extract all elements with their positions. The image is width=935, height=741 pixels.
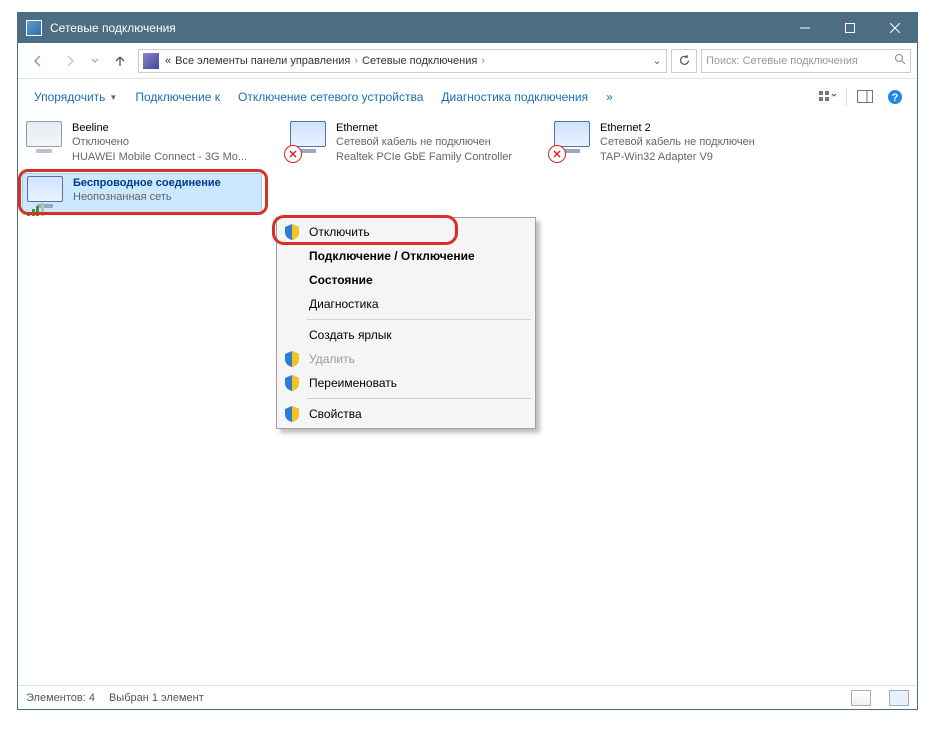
ctx-separator xyxy=(307,398,531,399)
help-button[interactable]: ? xyxy=(881,85,909,109)
connection-device: TAP-Win32 Adapter V9 xyxy=(600,150,755,164)
preview-pane-button[interactable] xyxy=(851,85,879,109)
more-toolbar-button[interactable]: » xyxy=(598,84,621,110)
connection-status: Отключено xyxy=(72,135,247,149)
connection-wireless[interactable]: Беспроводное соединение Неопознанная сет… xyxy=(22,173,262,213)
view-options-button[interactable] xyxy=(814,85,842,109)
status-count: Элементов: 4 xyxy=(26,692,95,704)
address-bar-row: « Все элементы панели управления › Сетев… xyxy=(18,43,917,79)
network-icon: ✕ xyxy=(554,121,594,161)
refresh-button[interactable] xyxy=(671,49,697,73)
connection-ethernet[interactable]: ✕ Ethernet Сетевой кабель не подключен R… xyxy=(286,119,536,167)
search-input[interactable]: Поиск: Сетевые подключения xyxy=(701,49,911,73)
search-placeholder: Поиск: Сетевые подключения xyxy=(706,55,858,67)
back-button[interactable] xyxy=(24,49,52,73)
breadcrumb-2[interactable]: Сетевые подключения xyxy=(360,55,479,67)
details-view-button[interactable] xyxy=(851,690,871,706)
error-badge-icon: ✕ xyxy=(284,145,302,163)
connection-name: Beeline xyxy=(72,121,247,135)
network-icon: ✕ xyxy=(290,121,330,161)
window: Сетевые подключения « Все элементы панел… xyxy=(17,12,918,710)
breadcrumb-sep-icon[interactable]: › xyxy=(479,55,487,67)
connection-status: Сетевой кабель не подключен xyxy=(336,135,512,149)
breadcrumb-1[interactable]: Все элементы панели управления xyxy=(173,55,352,67)
error-badge-icon: ✕ xyxy=(548,145,566,163)
network-icon xyxy=(26,121,66,161)
chevron-down-icon: ▼ xyxy=(109,93,117,102)
search-icon xyxy=(894,53,906,68)
connection-device: HUAWEI Mobile Connect - 3G Mo... xyxy=(72,150,247,164)
ctx-connect-disconnect[interactable]: Подключение / Отключение xyxy=(279,244,533,268)
status-selected: Выбран 1 элемент xyxy=(109,692,204,704)
disable-device-button[interactable]: Отключение сетевого устройства xyxy=(230,84,431,110)
maximize-button[interactable] xyxy=(827,13,872,43)
address-dropdown-icon[interactable]: ⌄ xyxy=(648,54,666,67)
network-icon xyxy=(27,176,67,216)
signal-bars-icon xyxy=(27,203,44,216)
status-bar: Элементов: 4 Выбран 1 элемент xyxy=(18,685,917,709)
connection-name: Беспроводное соединение xyxy=(73,176,221,190)
content-area[interactable]: Beeline Отключено HUAWEI Mobile Connect … xyxy=(18,115,917,685)
shield-icon xyxy=(285,351,299,367)
up-button[interactable] xyxy=(106,49,134,73)
recent-dropdown[interactable] xyxy=(88,49,102,73)
shield-icon xyxy=(285,406,299,422)
ctx-rename[interactable]: Переименовать xyxy=(279,371,533,395)
connection-name: Ethernet 2 xyxy=(600,121,755,135)
ctx-state[interactable]: Состояние xyxy=(279,268,533,292)
shield-icon xyxy=(285,224,299,240)
connection-name: Ethernet xyxy=(336,121,512,135)
svg-text:?: ? xyxy=(892,92,899,104)
breadcrumb-prefix[interactable]: « xyxy=(163,55,173,67)
connection-status: Неопознанная сеть xyxy=(73,190,221,204)
ctx-shortcut[interactable]: Создать ярлык xyxy=(279,323,533,347)
ctx-diagnostics[interactable]: Диагностика xyxy=(279,292,533,316)
diagnose-button[interactable]: Диагностика подключения xyxy=(433,84,596,110)
organize-button[interactable]: Упорядочить▼ xyxy=(26,84,125,110)
location-icon xyxy=(143,53,159,69)
connection-status: Сетевой кабель не подключен xyxy=(600,135,755,149)
ctx-properties[interactable]: Свойства xyxy=(279,402,533,426)
app-icon xyxy=(26,20,42,36)
ctx-separator xyxy=(307,319,531,320)
context-menu: Отключить Подключение / Отключение Состо… xyxy=(276,217,536,429)
titlebar: Сетевые подключения xyxy=(18,13,917,43)
toolbar: Упорядочить▼ Подключение к Отключение се… xyxy=(18,79,917,115)
address-bar[interactable]: « Все элементы панели управления › Сетев… xyxy=(138,49,667,73)
connection-beeline[interactable]: Beeline Отключено HUAWEI Mobile Connect … xyxy=(22,119,272,167)
minimize-button[interactable] xyxy=(782,13,827,43)
connection-ethernet2[interactable]: ✕ Ethernet 2 Сетевой кабель не подключен… xyxy=(550,119,800,167)
large-icons-view-button[interactable] xyxy=(889,690,909,706)
connect-to-button[interactable]: Подключение к xyxy=(127,84,228,110)
ctx-delete: Удалить xyxy=(279,347,533,371)
close-button[interactable] xyxy=(872,13,917,43)
shield-icon xyxy=(285,375,299,391)
window-title: Сетевые подключения xyxy=(50,21,782,35)
ctx-disable[interactable]: Отключить xyxy=(279,220,533,244)
toolbar-divider xyxy=(846,88,847,106)
connection-device: Realtek PCIe GbE Family Controller xyxy=(336,150,512,164)
breadcrumb-sep-icon[interactable]: › xyxy=(352,55,360,67)
forward-button[interactable] xyxy=(56,49,84,73)
